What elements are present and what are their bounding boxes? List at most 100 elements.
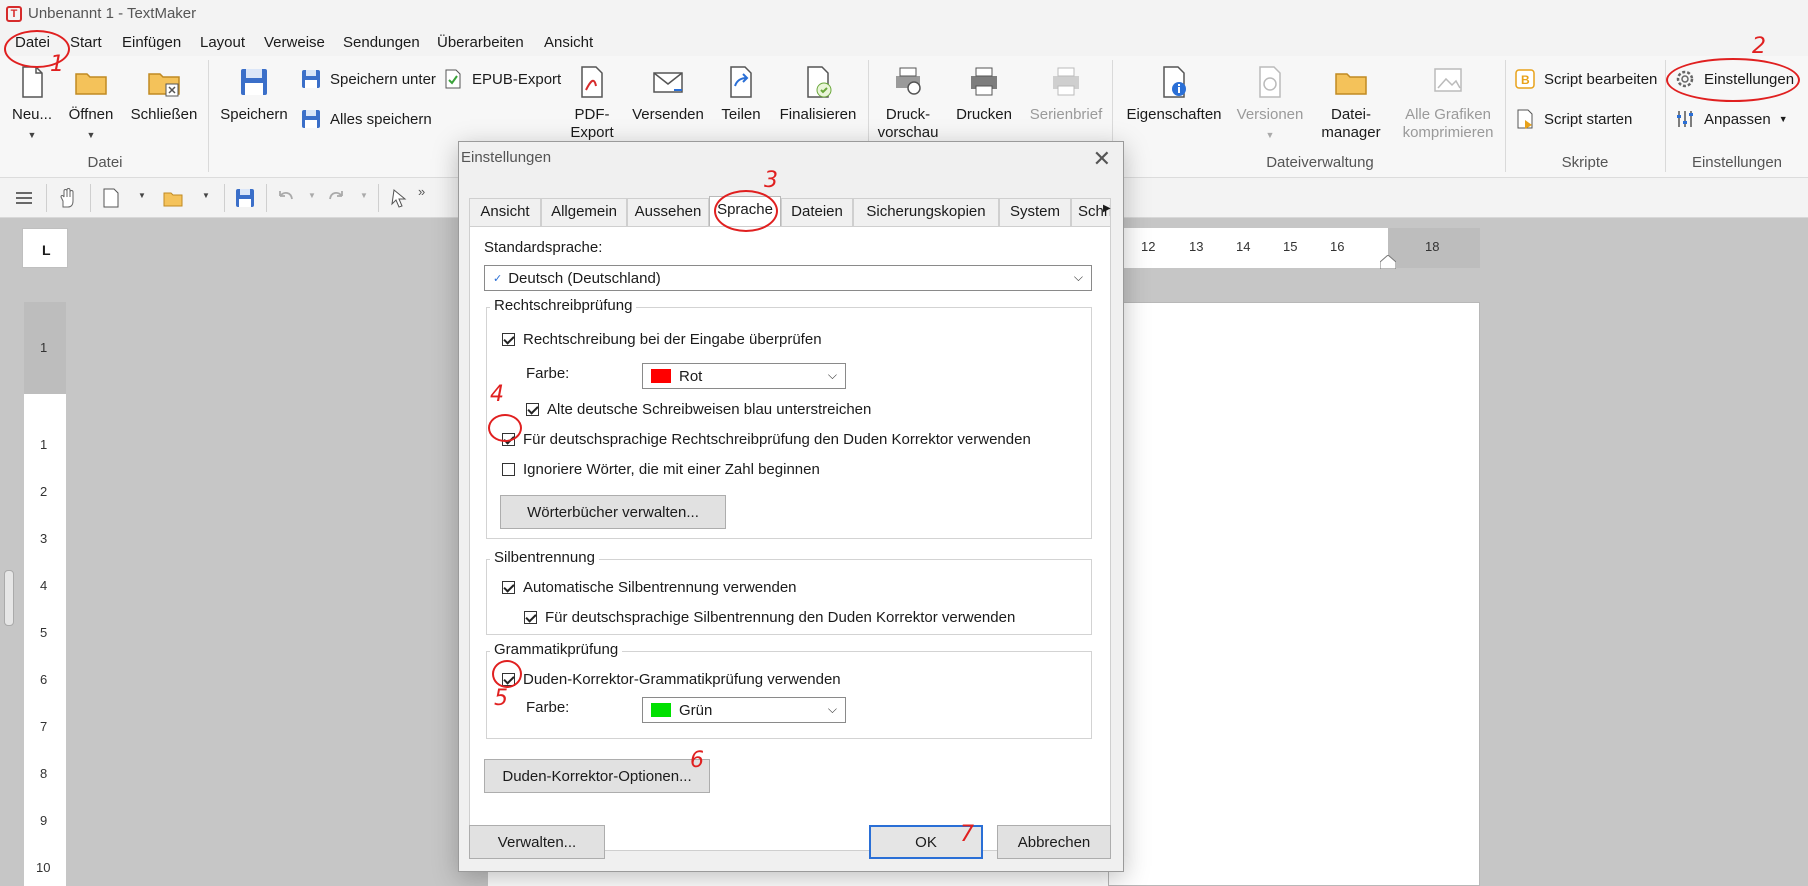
tab-aussehen[interactable]: Aussehen [627,198,709,226]
menu-sendungen[interactable]: Sendungen [343,34,420,51]
pdf-export-button[interactable]: PDF-Export [560,64,624,142]
scroll-tabs-right-icon[interactable]: ▶ [1103,203,1111,214]
menu-ansicht[interactable]: Ansicht [544,34,593,51]
hand-tool-icon[interactable] [56,187,78,209]
chevron-down-icon: ⌵ [1073,270,1083,284]
save-all-button[interactable]: Alles speichern [300,108,432,130]
grammar-group-legend: Grammatikprüfung [490,641,623,658]
menu-einfuegen[interactable]: Einfügen [122,34,181,51]
chevron-down-icon[interactable]: ▼ [308,191,316,200]
pointer-icon[interactable] [388,187,410,209]
run-script-button[interactable]: Script starten [1514,108,1632,130]
close-file-button[interactable]: Schließen [130,64,198,124]
more-icon[interactable]: » [418,184,425,199]
new-document-icon[interactable] [100,187,122,209]
ruler-number: 16 [1330,239,1345,254]
new-button-label: Neu... [11,106,53,123]
duden-hyphenation-checkbox[interactable]: Für deutschsprachige Silbentrennung den … [524,609,1015,626]
checkbox-label: Für deutschsprachige Rechtschreibprüfung… [523,431,1031,448]
dialog-tabs: Ansicht Allgemein Aussehen Sprache Datei… [469,196,1111,226]
auto-hyphenation-checkbox[interactable]: Automatische Silbentrennung verwenden [502,579,797,596]
annotation-number: 6 [690,748,704,773]
checkbox-label: Duden-Korrektor-Grammatikprüfung verwend… [523,671,841,688]
manage-button[interactable]: Verwalten... [469,825,605,859]
ruler-number: 12 [1141,239,1156,254]
hamburger-menu-icon[interactable] [13,187,35,209]
properties-button[interactable]: Eigenschaften [1124,64,1224,124]
group-label-dateiverwaltung: Dateiverwaltung [1266,154,1374,171]
spellcheck-color-label: Farbe: [526,365,570,382]
group-label-datei: Datei [87,154,123,171]
menu-ueberarbeiten[interactable]: Überarbeiten [437,34,524,51]
close-icon[interactable]: ✕ [1093,146,1111,172]
redo-icon[interactable] [326,187,348,209]
share-button[interactable]: Teilen [716,64,766,124]
ruler-number: 14 [1236,239,1251,254]
standard-language-select[interactable]: ✓ Deutsch (Deutschland) ⌵ [484,265,1092,291]
save-as-button[interactable]: Speichern unter [300,68,436,90]
chevron-down-icon[interactable]: ▼ [360,191,368,200]
mail-merge-icon [1053,67,1079,96]
checkbox-box [502,581,515,594]
save-all-label: Alles speichern [330,110,432,128]
checkbox-box [526,403,539,416]
chevron-down-icon[interactable]: ▼ [202,191,210,200]
sliders-icon [1677,111,1693,127]
tab-stop-selector[interactable]: L [22,228,68,268]
versions-button[interactable]: Versionen ▼ [1232,64,1308,144]
file-manager-button[interactable]: Datei- manager [1316,64,1386,142]
customize-button[interactable]: Anpassen ▼ [1674,108,1788,130]
grammar-group [486,651,1092,739]
ruler-number: 18 [1425,239,1440,254]
annotation-circle-duden-spellcheck [488,414,522,442]
indent-marker-icon[interactable] [1380,255,1396,269]
chevron-down-icon: ▼ [1265,130,1275,140]
chevron-down-icon[interactable]: ▼ [138,191,146,200]
document-page[interactable] [1108,302,1480,886]
open-button[interactable]: Öffnen ▼ [64,64,118,144]
save-all-icon [302,110,320,128]
grammar-color-select[interactable]: Grün ⌵ [642,697,846,723]
tab-sicherungskopien[interactable]: Sicherungskopien [853,198,999,226]
finalize-button[interactable]: Finalisieren [774,64,862,124]
tab-dateien[interactable]: Dateien [781,198,853,226]
versions-icon [1259,66,1281,98]
epub-export-button[interactable]: EPUB-Export [442,68,561,90]
finalize-button-label: Finalisieren [779,106,857,123]
new-button[interactable]: Neu... ▼ [8,64,56,144]
open-folder-icon[interactable] [162,187,184,209]
duden-spellcheck-checkbox[interactable]: Für deutschsprachige Rechtschreibprüfung… [502,431,1031,448]
menu-verweise[interactable]: Verweise [264,34,325,51]
toolbar-separator [90,184,91,212]
spellcheck-color-select[interactable]: Rot ⌵ [642,363,846,389]
save-button[interactable]: Speichern [218,64,290,124]
print-button[interactable]: Drucken [950,64,1018,124]
ruler-number: 13 [1189,239,1204,254]
undo-icon[interactable] [274,187,296,209]
spellcheck-on-typing-checkbox[interactable]: Rechtschreibung bei der Eingabe überprüf… [502,331,822,348]
edit-script-button[interactable]: B Script bearbeiten [1514,68,1657,90]
print-preview-label: Druck-vorschau [877,106,939,141]
tab-system[interactable]: System [999,198,1071,226]
side-panel-handle[interactable] [4,570,14,626]
chevron-down-icon: ▼ [1778,114,1788,124]
save-icon[interactable] [234,187,256,209]
tab-ansicht[interactable]: Ansicht [469,198,541,226]
old-spelling-checkbox[interactable]: Alte deutsche Schreibweisen blau unterst… [526,401,871,418]
window-title: Unbenannt 1 - TextMaker [28,5,197,22]
tab-allgemein[interactable]: Allgemein [541,198,627,226]
duden-grammar-checkbox[interactable]: Duden-Korrektor-Grammatikprüfung verwend… [502,671,841,688]
menu-layout[interactable]: Layout [200,34,245,51]
menu-start[interactable]: Start [70,34,102,51]
duden-options-button[interactable]: Duden-Korrektor-Optionen... [484,759,710,793]
send-button[interactable]: Versenden [628,64,708,124]
annotation-number: 2 [1752,34,1766,59]
ignore-numbers-checkbox[interactable]: Ignoriere Wörter, die mit einer Zahl beg… [502,461,820,478]
cancel-button[interactable]: Abbrechen [997,825,1111,859]
manage-dictionaries-button[interactable]: Wörterbücher verwalten... [500,495,726,529]
print-preview-button[interactable]: Druck-vorschau [874,64,942,142]
send-button-label: Versenden [632,106,704,123]
compress-images-button[interactable]: Alle Grafiken komprimieren [1396,64,1500,142]
mail-merge-button[interactable]: Serienbrief [1026,64,1106,124]
chevron-down-icon: ⌵ [827,702,837,716]
